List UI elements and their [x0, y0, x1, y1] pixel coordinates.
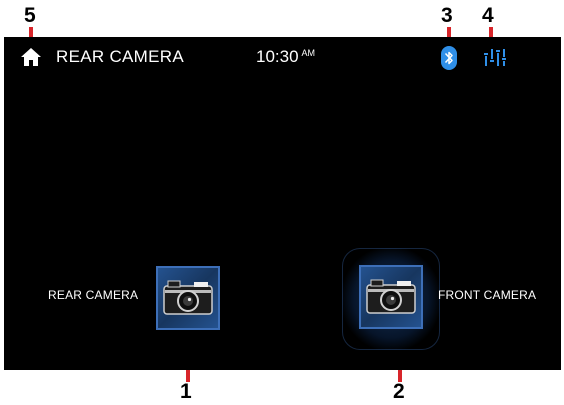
callout-1: 1 — [180, 380, 192, 403]
clock-time: 10:30 — [256, 47, 299, 66]
rear-camera-label: REAR CAMERA — [48, 288, 139, 302]
camera-icon — [163, 280, 213, 315]
home-icon[interactable] — [21, 48, 41, 66]
front-camera-button[interactable] — [359, 265, 423, 329]
front-camera-label: FRONT CAMERA — [438, 288, 537, 302]
head-unit-screen: REAR CAMERA 10:30 AM REAR CAMERA FRONT C… — [4, 37, 561, 370]
clock: 10:30 AM — [256, 47, 315, 67]
camera-icon — [366, 279, 416, 314]
equalizer-icon[interactable] — [484, 49, 506, 67]
screen-title: REAR CAMERA — [56, 47, 184, 66]
bluetooth-icon[interactable] — [441, 46, 457, 70]
callout-4: 4 — [482, 4, 494, 27]
rear-camera-button[interactable] — [156, 266, 220, 330]
callout-2: 2 — [393, 380, 405, 403]
clock-ampm: AM — [301, 48, 316, 58]
callout-5: 5 — [24, 4, 36, 27]
callout-3: 3 — [441, 4, 453, 27]
